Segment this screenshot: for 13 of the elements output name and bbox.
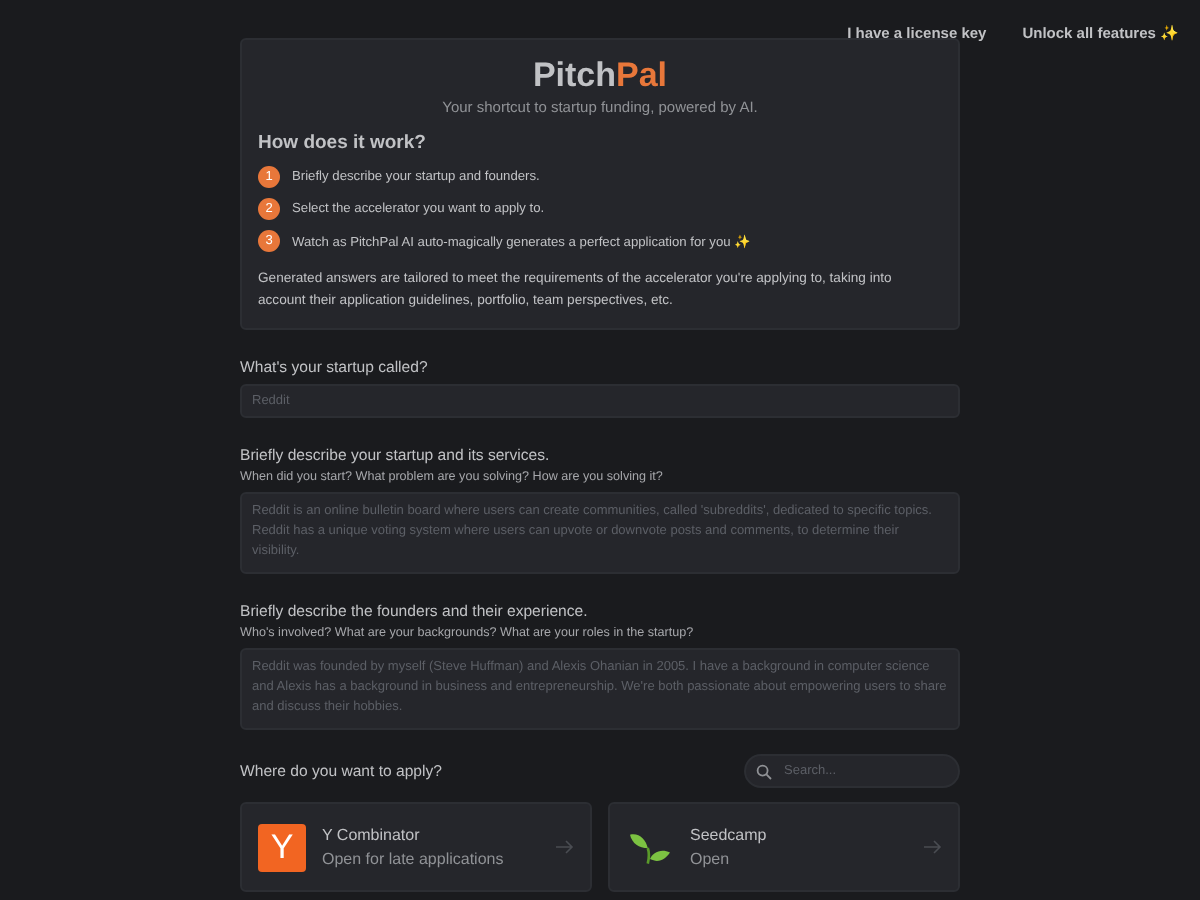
accelerator-name: Y Combinator xyxy=(322,826,422,844)
arrow-icon xyxy=(556,840,574,854)
accelerator-card[interactable]: Y Y Combinator Open for late applications xyxy=(240,802,592,892)
accelerator-status: Open for late applications xyxy=(322,850,506,868)
section-heading: How does it work? xyxy=(258,132,428,154)
search-icon xyxy=(756,763,772,779)
sprout-icon xyxy=(630,831,670,863)
accelerator-name: Seedcamp xyxy=(690,826,769,844)
arrow-icon xyxy=(924,840,942,854)
accelerator-status: Open xyxy=(690,850,732,868)
logo: Y xyxy=(258,823,306,871)
app-title: PitchPal xyxy=(530,56,670,96)
accelerator-card[interactable]: Seedcamp Open xyxy=(608,802,960,892)
